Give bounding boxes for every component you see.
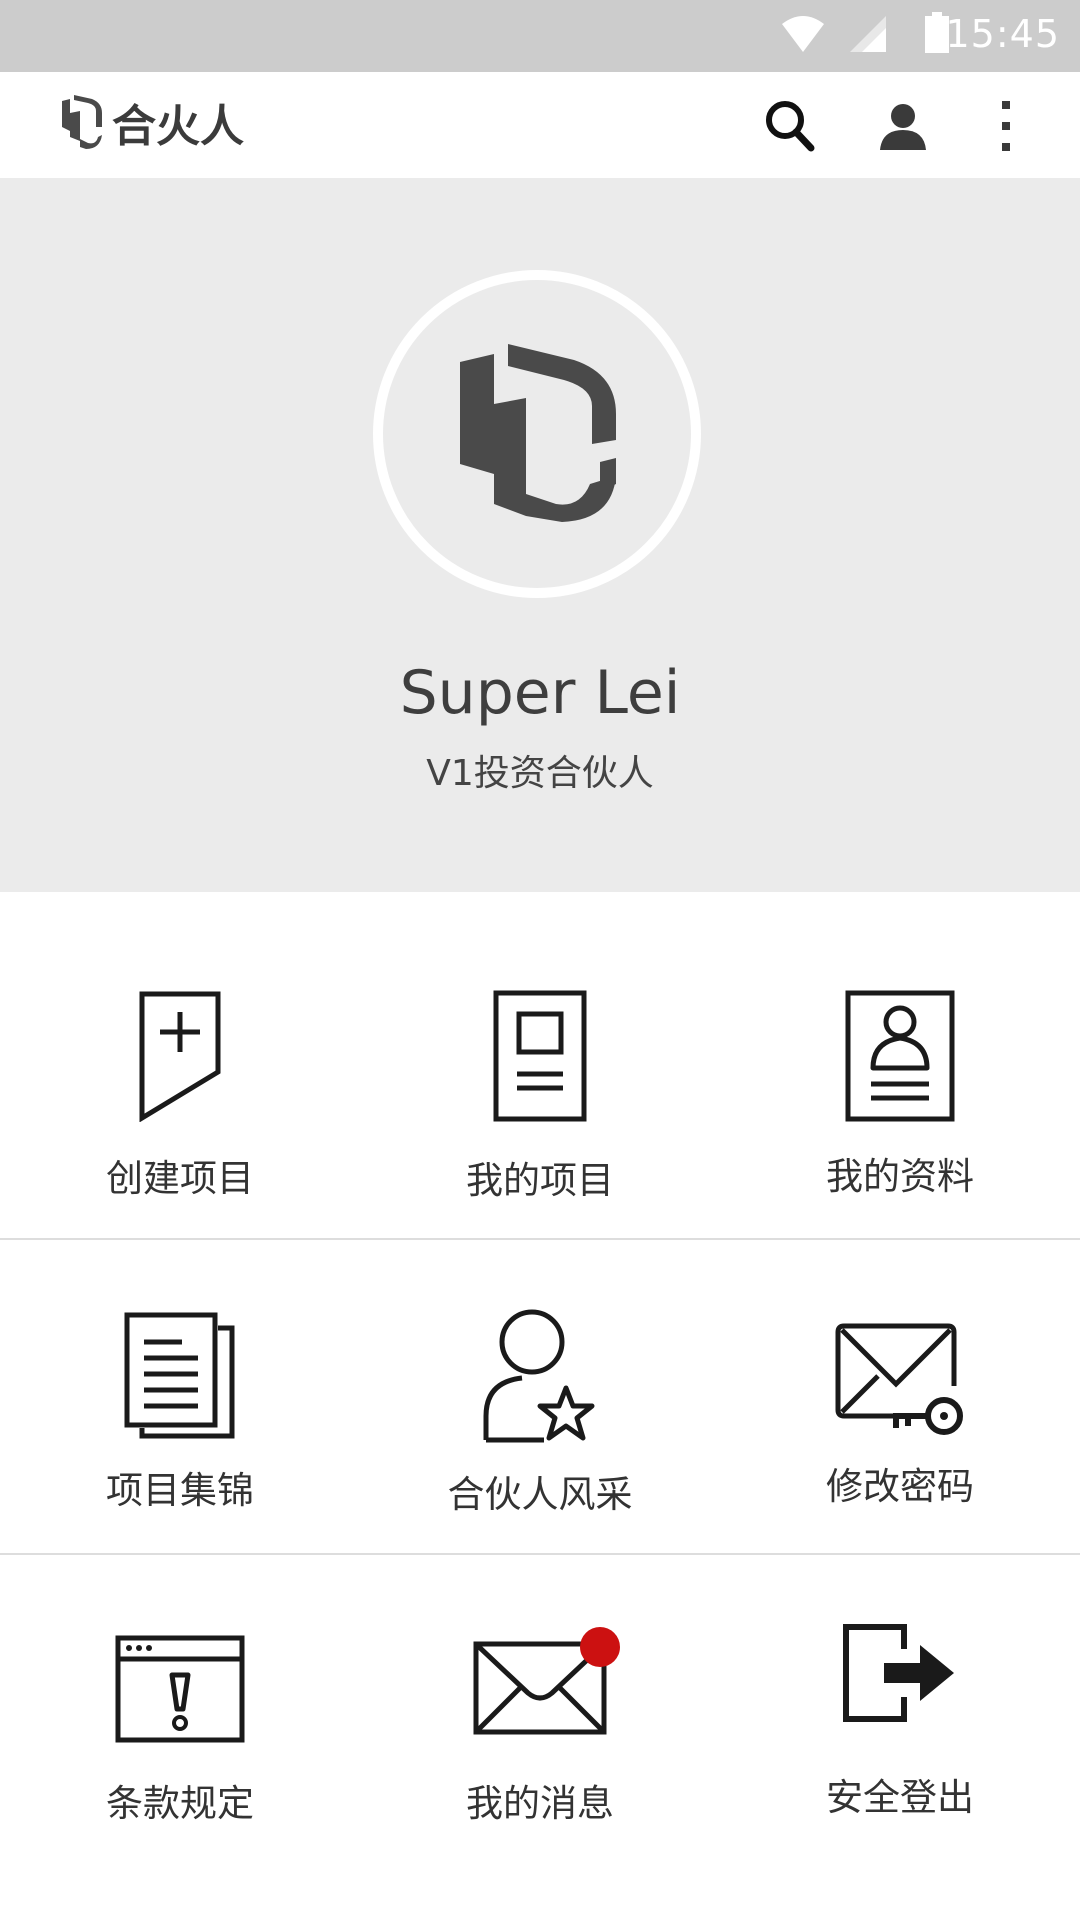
new-document-icon	[139, 991, 221, 1122]
logout-icon	[843, 1624, 954, 1722]
menu-label: 安全登出	[826, 1776, 974, 1819]
create-project-tile[interactable]: 创建项目	[0, 892, 360, 1238]
search-icon	[766, 101, 815, 152]
my-projects-tile[interactable]: 我的项目	[360, 892, 720, 1238]
account-icon	[880, 104, 926, 150]
partner-showcase-tile[interactable]: 合伙人风采	[360, 1240, 720, 1553]
app-bar: 合火人	[0, 72, 1080, 178]
menu-label: 修改密码	[826, 1465, 974, 1508]
menu-label: 创建项目	[106, 1157, 254, 1200]
avatar[interactable]	[373, 270, 701, 598]
mail-key-icon	[835, 1323, 963, 1435]
menu-label: 我的资料	[826, 1155, 974, 1198]
my-profile-tile[interactable]: 我的资料	[720, 892, 1080, 1238]
profile-header: Super Lei V1投资合伙人	[0, 178, 1080, 892]
menu-grid: 创建项目 我的项目 我的资料 项目集锦 合伙人风采 修改密码 条款规定 我的消息…	[0, 892, 1080, 1875]
documents-stack-icon	[124, 1312, 235, 1439]
menu-label: 我的项目	[466, 1159, 614, 1202]
app-title: 合火人	[112, 101, 244, 152]
search-button[interactable]	[758, 94, 822, 158]
account-button[interactable]	[871, 94, 935, 158]
terms-tile[interactable]: 条款规定	[0, 1555, 360, 1875]
app-logo-icon	[460, 344, 616, 522]
more-vert-icon	[1002, 101, 1010, 151]
notification-badge	[580, 1627, 620, 1667]
project-document-icon	[493, 990, 587, 1122]
clock: 15:45	[945, 12, 1060, 56]
partner-star-icon	[483, 1309, 595, 1443]
app-logo-icon	[62, 95, 102, 149]
user-name: Super Lei	[399, 658, 681, 728]
menu-row: 条款规定 我的消息 安全登出	[0, 1555, 1080, 1875]
cell-signal-icon	[850, 16, 886, 52]
menu-label: 我的消息	[466, 1782, 614, 1825]
brand: 合火人	[58, 90, 244, 154]
project-showcase-tile[interactable]: 项目集锦	[0, 1240, 360, 1553]
more-options-button[interactable]	[974, 94, 1038, 158]
profile-card-icon	[845, 990, 955, 1122]
menu-label: 项目集锦	[106, 1469, 254, 1512]
user-role: V1投资合伙人	[426, 753, 654, 794]
menu-row: 项目集锦 合伙人风采 修改密码	[0, 1240, 1080, 1555]
change-password-tile[interactable]: 修改密码	[720, 1240, 1080, 1553]
logout-tile[interactable]: 安全登出	[720, 1555, 1080, 1875]
my-messages-tile[interactable]: 我的消息	[360, 1555, 720, 1875]
terms-window-icon	[115, 1635, 245, 1743]
menu-label: 合伙人风采	[447, 1473, 633, 1516]
menu-row: 创建项目 我的项目 我的资料	[0, 892, 1080, 1240]
menu-label: 条款规定	[106, 1782, 254, 1825]
wifi-icon	[782, 16, 824, 52]
status-bar: 15:45	[0, 0, 1080, 72]
